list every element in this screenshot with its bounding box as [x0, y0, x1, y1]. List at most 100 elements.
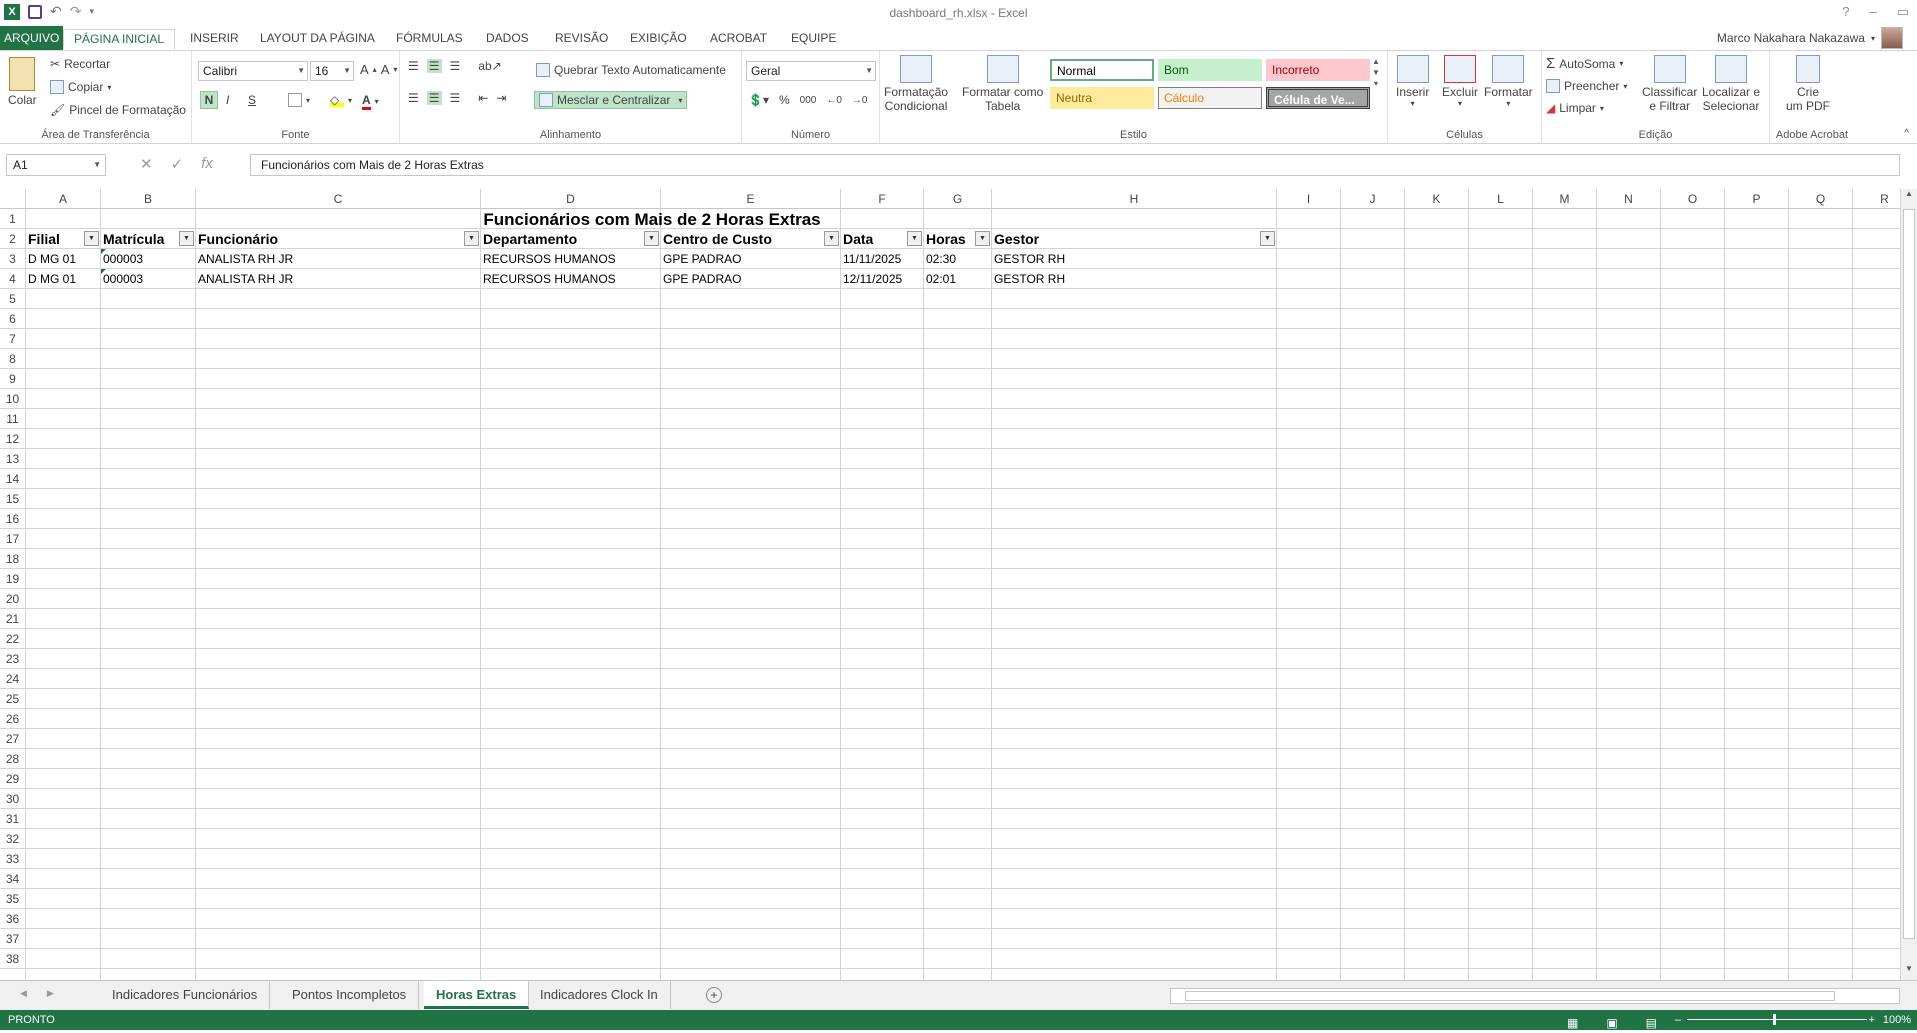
row-header[interactable]: 21: [0, 609, 26, 629]
font-color-button[interactable]: A ▾: [362, 93, 379, 110]
minimize-icon[interactable]: –: [1869, 4, 1876, 20]
style-good[interactable]: Bom: [1158, 59, 1262, 81]
filter-dropdown-icon[interactable]: ▼: [84, 231, 99, 246]
table-header-cell[interactable]: Centro de Custo: [661, 229, 841, 249]
wrap-text-button[interactable]: Quebrar Texto Automaticamente: [536, 63, 726, 77]
zoom-level[interactable]: 100%: [1883, 1010, 1911, 1030]
align-middle-icon[interactable]: ☰: [426, 59, 442, 73]
tab-layout[interactable]: LAYOUT DA PÁGINA: [250, 29, 385, 50]
table-cell[interactable]: 12/11/2025: [841, 269, 924, 289]
help-icon[interactable]: ?: [1842, 4, 1849, 20]
column-header[interactable]: G: [924, 189, 992, 209]
column-header[interactable]: I: [1277, 189, 1341, 209]
row-header[interactable]: 38: [0, 949, 26, 969]
increase-decimal-icon[interactable]: ←0: [826, 95, 842, 106]
row-header[interactable]: 31: [0, 809, 26, 829]
row-header[interactable]: 12: [0, 429, 26, 449]
table-cell[interactable]: 11/11/2025: [841, 249, 924, 269]
underline-button[interactable]: S: [248, 93, 256, 107]
sheet-title[interactable]: Funcionários com Mais de 2 Horas Extras: [26, 209, 1276, 229]
tab-arquivo[interactable]: ARQUIVO: [0, 26, 64, 50]
style-normal[interactable]: Normal: [1050, 59, 1154, 81]
zoom-slider[interactable]: [1687, 1014, 1867, 1025]
row-header[interactable]: 7: [0, 329, 26, 349]
tab-inserir[interactable]: INSERIR: [180, 29, 249, 50]
collapse-ribbon-icon[interactable]: ^: [1904, 128, 1909, 139]
style-check-cell[interactable]: Célula de Ve...: [1266, 87, 1370, 109]
filter-dropdown-icon[interactable]: ▼: [907, 231, 922, 246]
tab-pagina-inicial[interactable]: PÁGINA INICIAL: [63, 29, 176, 50]
formula-input[interactable]: Funcionários com Mais de 2 Horas Extras: [250, 154, 1900, 176]
row-header[interactable]: 30: [0, 789, 26, 809]
row-header[interactable]: 16: [0, 509, 26, 529]
name-box[interactable]: A1 ▼: [6, 154, 106, 176]
row-header[interactable]: 19: [0, 569, 26, 589]
create-pdf-button[interactable]: Crie um PDF: [1786, 55, 1830, 113]
restore-icon[interactable]: ▭: [1897, 4, 1909, 20]
align-bottom-icon[interactable]: ☰: [450, 59, 461, 73]
autosum-button[interactable]: Σ AutoSoma ▾: [1546, 55, 1623, 72]
table-header-cell[interactable]: Departamento: [481, 229, 661, 249]
row-header[interactable]: 28: [0, 749, 26, 769]
table-cell[interactable]: RECURSOS HUMANOS: [481, 269, 661, 289]
table-cell[interactable]: ANALISTA RH JR: [196, 249, 481, 269]
paste-button[interactable]: Colar: [8, 57, 37, 107]
sheet-nav[interactable]: ◀ ▶: [20, 988, 54, 999]
style-neutral[interactable]: Neutra: [1050, 87, 1154, 109]
row-header[interactable]: 32: [0, 829, 26, 849]
number-format-buttons[interactable]: 💲▾ % 000 ←0 →0: [748, 93, 867, 107]
align-center-icon[interactable]: ☰: [426, 91, 442, 105]
row-header[interactable]: 20: [0, 589, 26, 609]
style-calc[interactable]: Cálculo: [1158, 87, 1262, 109]
scroll-thumb[interactable]: [1903, 209, 1915, 939]
table-cell[interactable]: ANALISTA RH JR: [196, 269, 481, 289]
row-header[interactable]: 2: [0, 229, 26, 249]
table-cell[interactable]: 000003: [101, 269, 196, 289]
column-header[interactable]: H: [992, 189, 1277, 209]
find-select-button[interactable]: Localizar e Selecionar: [1702, 55, 1760, 113]
tab-exibicao[interactable]: EXIBIÇÃO: [620, 29, 697, 50]
scroll-down-icon[interactable]: ▼: [1901, 964, 1917, 980]
row-header[interactable]: 33: [0, 849, 26, 869]
copy-button[interactable]: Copiar ▾: [50, 80, 111, 94]
table-cell[interactable]: GPE PADRAO: [661, 249, 841, 269]
cancel-icon[interactable]: ✕: [140, 155, 153, 173]
row-header[interactable]: 27: [0, 729, 26, 749]
filter-dropdown-icon[interactable]: ▼: [975, 231, 990, 246]
format-painter-button[interactable]: 🖌 Pincel de Formatação: [50, 103, 186, 117]
row-header[interactable]: 6: [0, 309, 26, 329]
row-header[interactable]: 9: [0, 369, 26, 389]
styles-scroll[interactable]: ▲ ▼ ▾: [1372, 57, 1380, 88]
row-header[interactable]: 10: [0, 389, 26, 409]
sort-filter-button[interactable]: Classificar e Filtrar: [1642, 55, 1697, 113]
font-size-combo[interactable]: 16 ▼: [310, 61, 354, 81]
table-cell[interactable]: D MG 01: [26, 269, 101, 289]
hscroll-thumb[interactable]: [1185, 991, 1835, 1001]
row-header[interactable]: 5: [0, 289, 26, 309]
insert-cells-button[interactable]: Inserir ▾: [1396, 55, 1429, 108]
next-sheet-icon[interactable]: ▶: [47, 988, 54, 999]
row-header[interactable]: 14: [0, 469, 26, 489]
column-header[interactable]: O: [1661, 189, 1725, 209]
table-header-cell[interactable]: Funcionário: [196, 229, 481, 249]
sheet-tab-indicadores-clock-in[interactable]: Indicadores Clock In: [528, 981, 671, 1009]
column-header[interactable]: M: [1533, 189, 1597, 209]
row-header[interactable]: 11: [0, 409, 26, 429]
bold-button[interactable]: N: [200, 91, 218, 109]
column-header[interactable]: D: [481, 189, 661, 209]
fill-button[interactable]: Preencher ▾: [1546, 79, 1627, 93]
row-header[interactable]: 1: [0, 209, 26, 229]
table-cell[interactable]: GPE PADRAO: [661, 269, 841, 289]
merge-center-button[interactable]: Mesclar e Centralizar ▾: [534, 91, 688, 109]
style-bad[interactable]: Incorreto: [1266, 59, 1370, 81]
zoom-in-icon[interactable]: +: [1869, 1010, 1875, 1030]
sheet-tab-horas-extras[interactable]: Horas Extras: [424, 981, 530, 1009]
select-all-corner[interactable]: [0, 189, 26, 209]
table-cell[interactable]: GESTOR RH: [992, 269, 1277, 289]
decrease-decimal-icon[interactable]: →0: [852, 95, 868, 106]
page-break-icon[interactable]: ▤: [1646, 1013, 1657, 1033]
column-header[interactable]: N: [1597, 189, 1661, 209]
zoom-thumb[interactable]: [1773, 1014, 1776, 1025]
currency-icon[interactable]: 💲▾: [748, 93, 769, 107]
vertical-scrollbar[interactable]: ▲ ▼: [1900, 189, 1917, 980]
